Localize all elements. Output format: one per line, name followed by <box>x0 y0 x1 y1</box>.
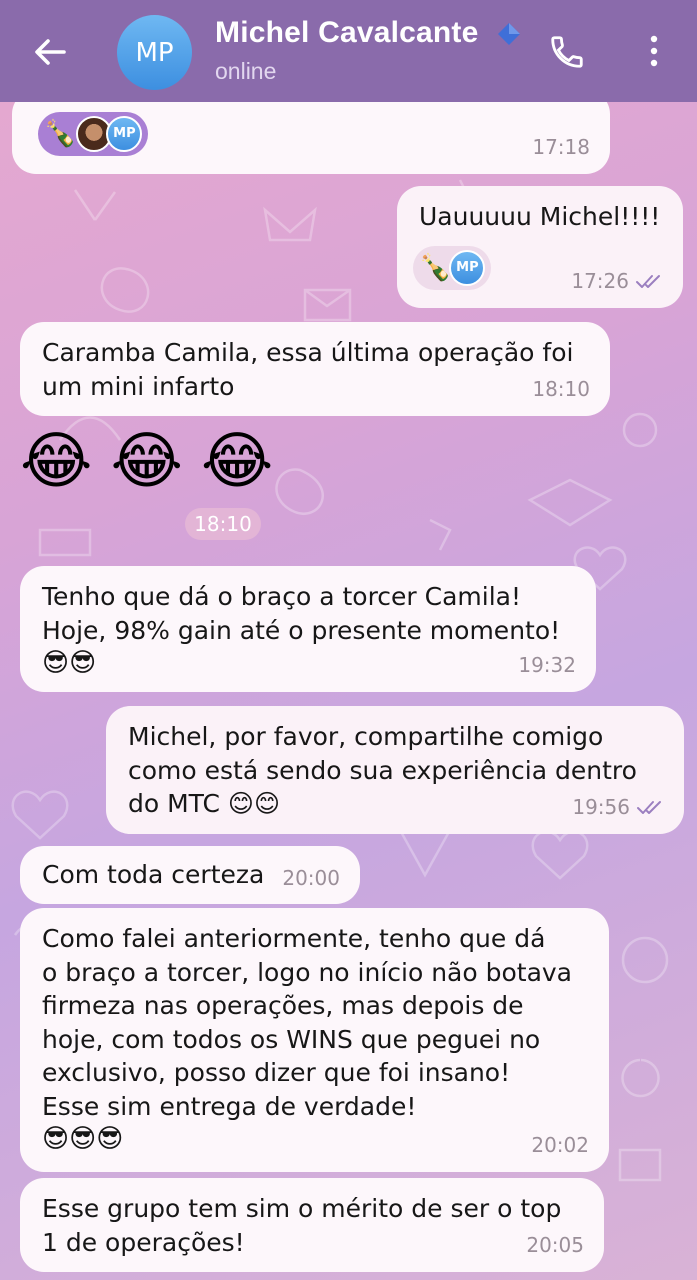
message-text: Esse grupo tem sim o mérito de ser o top… <box>42 1194 562 1257</box>
read-double-check-icon <box>636 275 660 289</box>
message-time: 20:05 <box>526 1232 584 1257</box>
read-double-check-icon <box>637 801 661 815</box>
contact-name[interactable]: Michel Cavalcante <box>215 16 479 50</box>
phone-icon[interactable] <box>548 33 586 71</box>
message-time: 17:26 <box>571 265 663 299</box>
reaction-emoji: 🍾 <box>419 253 452 283</box>
message-emojis: 😎😎😎 <box>42 1124 124 1154</box>
back-arrow-icon[interactable] <box>30 32 70 72</box>
reactor-avatar: MP <box>449 250 486 286</box>
more-options-icon[interactable] <box>643 32 665 70</box>
chat-header: MP Michel Cavalcante online <box>0 0 697 102</box>
message-bubble-incoming[interactable]: 🍾 MP 17:18 <box>12 90 610 174</box>
message-text: Tenho que dá o braço a torcer Camila! Ho… <box>42 582 561 645</box>
avatar-initials: MP <box>135 37 174 68</box>
message-time: 18:10 <box>532 376 590 401</box>
message-time: 19:56 <box>572 791 664 825</box>
message-time: 20:00 <box>282 865 340 890</box>
message-reaction[interactable]: 🍾 MP <box>38 112 149 156</box>
message-emojis: 😎😎 <box>42 648 97 678</box>
message-time: 17:18 <box>532 134 590 159</box>
verified-diamond-icon <box>498 23 520 45</box>
contact-status: online <box>215 58 277 84</box>
message-time: 19:32 <box>518 652 576 677</box>
message-time: 20:02 <box>531 1132 589 1157</box>
contact-avatar[interactable]: MP <box>117 15 192 90</box>
message-bubble-incoming[interactable]: Tenho que dá o braço a torcer Camila! Ho… <box>20 566 596 692</box>
message-text: Caramba Camila, essa última operação foi… <box>42 338 574 401</box>
reactor-avatar: MP <box>106 116 143 152</box>
message-bubble-incoming[interactable]: Com toda certeza 20:00 <box>20 846 360 904</box>
message-bubble-incoming[interactable]: Caramba Camila, essa última operação foi… <box>20 322 610 416</box>
message-bubble-outgoing[interactable]: Uauuuuu Michel!!!! 🍾 MP 17:26 <box>397 186 683 308</box>
message-bubble-incoming[interactable]: Como falei anteriormente, tenho que dá o… <box>20 908 609 1172</box>
reaction-emoji: 🍾 <box>44 119 77 149</box>
message-text: Uauuuuu Michel!!!! <box>419 202 661 231</box>
message-reaction[interactable]: 🍾 MP <box>413 246 492 290</box>
message-time: 18:10 <box>185 508 261 540</box>
message-bubble-incoming[interactable]: Esse grupo tem sim o mérito de ser o top… <box>20 1178 604 1272</box>
message-text: Como falei anteriormente, tenho que dá o… <box>42 924 573 1121</box>
emoji-only-message[interactable]: 😂😂😂 <box>20 425 291 497</box>
message-bubble-outgoing[interactable]: Michel, por favor, compartilhe comigo co… <box>106 706 684 834</box>
